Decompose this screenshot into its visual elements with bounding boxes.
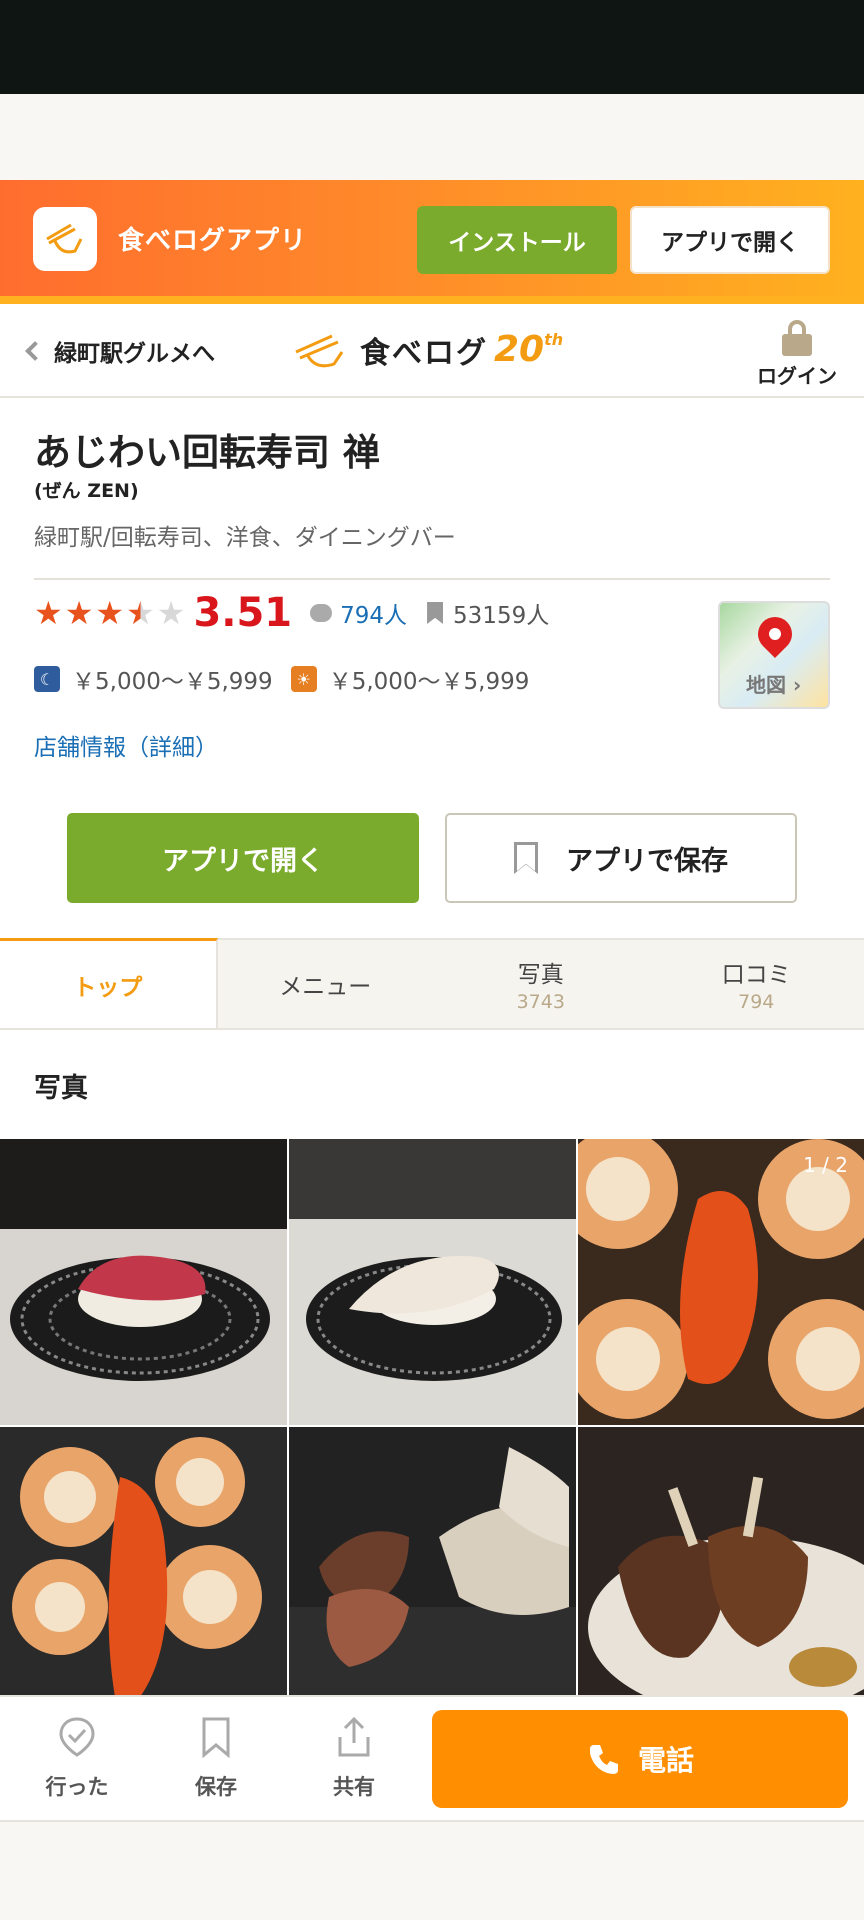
map-thumbnail[interactable]: 地図 › [718,601,830,709]
lock-icon [782,320,812,356]
speech-bubble-icon [310,604,333,622]
phone-call-button[interactable]: 電話 [432,1710,848,1808]
went-label: 行った [45,1775,109,1799]
photo-lamb-chops[interactable] [578,1427,864,1697]
map-label: 地図 › [746,673,802,697]
photo-page-indicator: 1 / 2 [803,1153,848,1177]
save-in-app-button[interactable]: アプリで保存 [445,813,797,903]
banner-stripe [0,296,864,304]
rating-row: ★ ★ ★ ★ ★ 3.51 794人 53159人 [34,590,549,636]
app-name: 食べログアプリ [118,226,308,256]
tab-reviews[interactable]: 口コミ 794 [649,940,864,1028]
lunch-price: ￥5,000～￥5,999 [328,669,530,695]
share-label: 共有 [333,1775,375,1799]
phone-label: 電話 [637,1744,694,1777]
tab-menu[interactable]: メニュー [218,940,434,1028]
bottom-action-bar: 行った 保存 共有 電話 [0,1695,864,1820]
check-badge-icon [59,1717,95,1757]
bookmark-outline-icon [514,842,538,874]
back-link[interactable]: 緑町駅グルメへ [22,334,215,368]
star-icon: ★ [95,594,125,632]
restaurant-info: あじわい回転寿司 禅 (ぜん ZEN) 緑町駅/回転寿司、洋食、ダイニングバー … [0,398,864,938]
sun-icon: ☀ [290,666,317,692]
open-in-app-button[interactable]: アプリで開く [630,206,830,274]
moon-icon: ☾ [34,666,60,692]
restaurant-name: あじわい回転寿司 禅 [34,431,380,474]
tab-photos-count: 3743 [516,991,565,1013]
photo-grid: 1 / 2 [0,1139,864,1697]
top-gap [0,94,864,180]
dinner-price: ￥5,000～￥5,999 [72,669,273,695]
went-button[interactable]: 行った [27,1715,127,1801]
rating-stars: ★ ★ ★ ★ ★ [34,597,185,629]
logo-text: 食べログ [360,336,488,371]
open-in-app-primary-button[interactable]: アプリで開く [67,813,419,903]
bookmark-count: 53159人 [453,603,550,629]
save-button[interactable]: 保存 [166,1715,266,1801]
photo-heading: 写真 [34,1073,88,1104]
star-icon: ★ [34,594,63,632]
bottom-fill [0,1820,864,1920]
tabelog-logo[interactable]: 食べログ 20th [292,328,563,372]
login-button[interactable]: ログイン [752,320,842,389]
rating-score: 3.51 [193,590,293,636]
review-count-link[interactable]: 794人 [340,596,407,630]
login-label: ログイン [757,364,837,388]
store-detail-link[interactable]: 店舗情報（詳細） [34,728,218,762]
save-label: 保存 [195,1775,237,1799]
tab-bar: トップ メニュー 写真 3743 口コミ 794 [0,938,864,1030]
restaurant-reading: (ぜん ZEN) [34,480,139,502]
share-icon [338,1716,370,1757]
divider [34,578,830,580]
photo-section: 写真 1 / 2 [0,1030,864,1697]
install-button[interactable]: インストール [417,206,617,274]
star-icon: ★ [64,594,94,632]
photo-ikura-roll[interactable]: 1 / 2 [578,1139,864,1425]
star-empty-icon: ★ [156,594,186,632]
status-bar [0,0,864,94]
logo-anniversary: 20th [494,329,564,370]
app-banner: 食べログアプリ インストール アプリで開く [0,180,864,304]
chopsticks-logo-icon [295,334,344,368]
phone-icon [589,1745,618,1774]
chevron-left-icon [25,341,45,361]
save-in-app-label: アプリで保存 [566,845,728,877]
tab-top[interactable]: トップ [0,938,218,1028]
bookmark-outline-icon [202,1717,230,1759]
restaurant-category: 緑町駅/回転寿司、洋食、ダイニングバー [34,525,456,551]
tab-photos[interactable]: 写真 3743 [433,940,649,1028]
header: 緑町駅グルメへ 食べログ 20th ログイン [0,304,864,398]
star-half-icon: ★ [126,594,155,632]
photo-roll-plate[interactable] [0,1427,287,1697]
tabelog-app-icon [33,207,97,271]
back-link-label: 緑町駅グルメへ [54,341,215,367]
share-button[interactable]: 共有 [304,1715,404,1801]
tab-reviews-count: 794 [738,991,775,1013]
photo-aburi-nigiri[interactable] [289,1427,576,1697]
photo-whitefish-nigiri[interactable] [289,1139,576,1425]
photo-tuna-nigiri[interactable] [0,1139,287,1425]
bookmark-icon [427,602,444,624]
price-row: ☾ ￥5,000～￥5,999 ☀ ￥5,000～￥5,999 [34,662,547,696]
